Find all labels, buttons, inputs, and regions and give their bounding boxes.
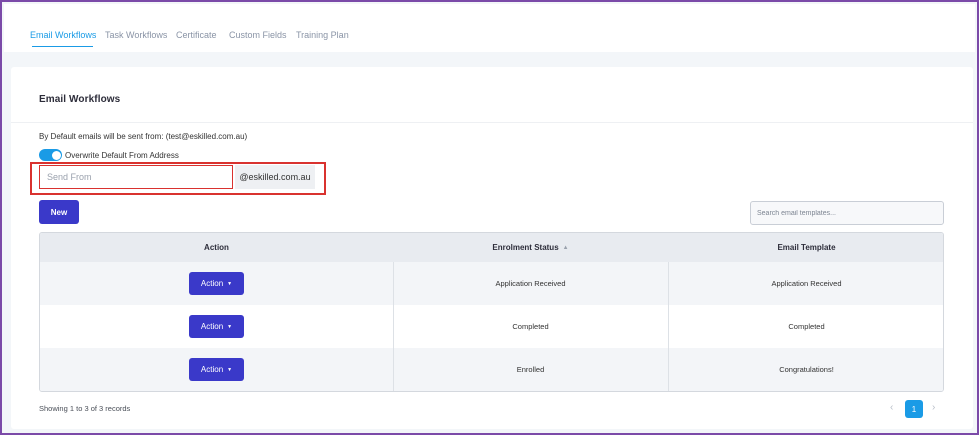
table-header: Action Enrolment Status ▲ Email Template	[40, 233, 943, 262]
action-dropdown-button[interactable]: Action ▼	[189, 272, 244, 295]
header-email-template-label: Email Template	[777, 243, 836, 252]
chevron-left-icon[interactable]: ‹	[890, 402, 893, 413]
window-frame: Email Workflows Task Workflows Certifica…	[0, 0, 979, 435]
header-action: Action	[40, 233, 393, 262]
header-enrolment-status[interactable]: Enrolment Status ▲	[393, 233, 668, 262]
header-enrolment-status-label: Enrolment Status	[492, 243, 559, 252]
tab-custom-fields[interactable]: Custom Fields	[229, 30, 287, 40]
active-tab-underline	[32, 46, 93, 47]
action-label: Action	[200, 365, 224, 374]
card-title-divider	[11, 122, 973, 123]
email-workflows-table: Action Enrolment Status ▲ Email Template…	[39, 232, 944, 392]
template-cell: Congratulations!	[779, 365, 834, 374]
action-cell: Action ▼	[40, 348, 393, 391]
caret-down-icon: ▼	[227, 280, 233, 287]
table-row: Action ▼ Enrolled Congratulations!	[40, 348, 943, 391]
caret-down-icon: ▼	[227, 323, 233, 330]
action-dropdown-button[interactable]: Action ▼	[189, 358, 244, 381]
default-sender-text: By Default emails will be sent from: (te…	[39, 132, 248, 141]
header-email-template: Email Template	[668, 233, 943, 262]
overwrite-from-toggle[interactable]	[39, 149, 62, 161]
action-dropdown-button[interactable]: Action ▼	[189, 315, 244, 338]
tab-training-plan[interactable]: Training Plan	[296, 30, 349, 40]
page-button-current[interactable]: 1	[905, 400, 923, 418]
chevron-right-icon[interactable]: ›	[932, 402, 935, 413]
status-cell: Completed	[512, 322, 549, 331]
email-workflows-card: Email Workflows By Default emails will b…	[11, 67, 973, 429]
column-divider	[668, 262, 669, 391]
records-count-text: Showing 1 to 3 of 3 records	[39, 404, 131, 413]
column-divider	[393, 262, 394, 391]
tab-certificate[interactable]: Certificate	[176, 30, 217, 40]
send-from-input[interactable]	[39, 165, 233, 189]
tab-email-workflows[interactable]: Email Workflows	[30, 30, 96, 40]
action-cell: Action ▼	[40, 305, 393, 348]
table-row: Action ▼ Completed Completed	[40, 305, 943, 348]
template-cell: Completed	[788, 322, 825, 331]
caret-down-icon: ▼	[227, 366, 233, 373]
overwrite-from-label: Overwrite Default From Address	[65, 151, 179, 160]
table-row: Action ▼ Application Received Applicatio…	[40, 262, 943, 305]
domain-suffix-addon: @eskilled.com.au	[235, 165, 315, 189]
action-cell: Action ▼	[40, 262, 393, 305]
search-templates-input[interactable]	[750, 201, 944, 225]
new-button[interactable]: New	[39, 200, 79, 224]
tab-task-workflows[interactable]: Task Workflows	[105, 30, 167, 40]
status-cell: Enrolled	[516, 365, 545, 374]
header-action-label: Action	[204, 243, 229, 252]
action-label: Action	[200, 279, 224, 288]
sort-asc-icon[interactable]: ▲	[563, 245, 569, 251]
toggle-knob	[51, 150, 61, 160]
action-label: Action	[200, 322, 224, 331]
status-cell: Application Received	[495, 279, 566, 288]
template-cell: Application Received	[771, 279, 842, 288]
tabs-bar: Email Workflows Task Workflows Certifica…	[4, 4, 975, 52]
card-title: Email Workflows	[39, 94, 121, 105]
